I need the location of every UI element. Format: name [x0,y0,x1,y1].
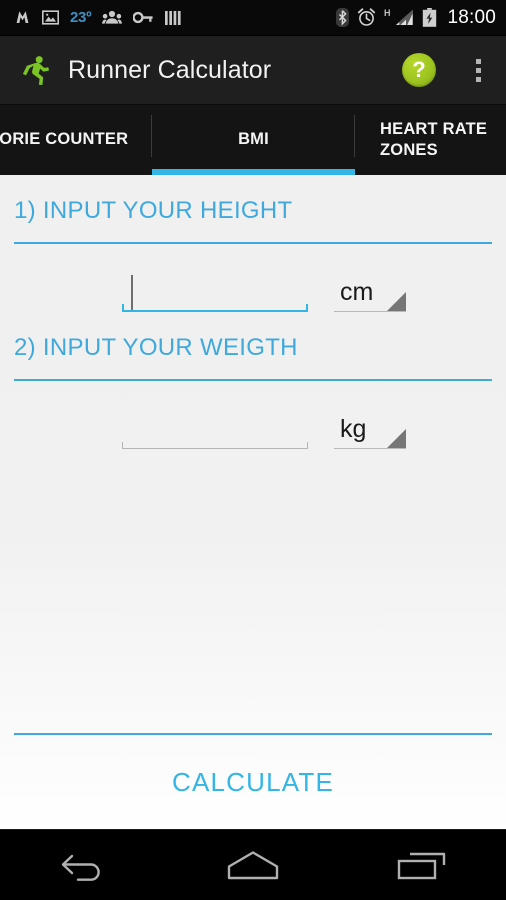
home-icon[interactable] [198,830,308,900]
weight-section-title: 2) INPUT YOUR WEIGTH [14,334,298,361]
overflow-dot [475,67,481,73]
overflow-dot [475,58,481,64]
overflow-menu-icon[interactable] [450,36,506,105]
help-question-icon: ? [402,53,436,87]
overflow-dot [475,76,481,82]
chevron-down-icon [387,292,406,311]
phone-screen: 23º H 18:00 Runner Calculator ? LORIE CO… [0,0,506,900]
status-bar-left-icons: 23º [14,9,336,26]
text-caret [131,275,133,310]
temperature-indicator: 23º [70,9,92,26]
status-bar: 23º H 18:00 [0,0,506,36]
height-section-title: 1) INPUT YOUR HEIGHT [14,197,293,224]
status-bar-right-icons: H 18:00 [335,6,496,29]
weight-input[interactable] [122,407,308,449]
status-bar-clock: 18:00 [447,6,496,28]
input-underline-cap-right [307,442,308,449]
input-underline [122,310,308,312]
height-input-row: cm [14,270,492,312]
battery-charging-icon [422,8,437,27]
weight-unit-label: kg [340,415,367,443]
input-underline [122,448,308,449]
tab-bmi[interactable]: BMI [152,105,355,175]
navigation-bar [0,829,506,900]
mail-m-icon [14,9,31,26]
chevron-down-icon [387,429,406,448]
tab-strip: LORIE COUNTER BMI HEART RATE ZONES [0,105,506,175]
tab-label: HEART RATE ZONES [380,119,488,159]
height-section-divider [14,242,492,244]
alarm-clock-icon [357,8,376,27]
input-underline-cap-right [306,304,308,312]
weight-input-row: kg [14,407,492,449]
tab-calorie-counter[interactable]: LORIE COUNTER [0,105,152,175]
page-title: Runner Calculator [68,55,272,84]
photo-image-icon [42,10,59,25]
signal-bars-icon [395,9,414,26]
bars-icon [164,10,182,26]
network-type-label: H [383,7,391,18]
bluetooth-icon [335,8,349,27]
height-unit-label: cm [340,278,374,306]
calculate-label: CALCULATE [171,766,335,797]
weight-unit-spinner[interactable]: kg [334,407,406,449]
spinner-underline [334,311,406,312]
bmi-form: 1) INPUT YOUR HEIGHT cm 2) INPUT YOUR WE… [0,175,506,829]
weight-section-divider [14,379,492,381]
back-icon[interactable] [29,830,139,900]
recents-icon[interactable] [367,830,477,900]
tab-label: BMI [238,130,269,149]
action-bar: Runner Calculator ? [0,36,506,105]
people-group-icon [102,10,123,25]
height-unit-spinner[interactable]: cm [334,270,406,312]
runner-icon [18,53,52,87]
help-button[interactable]: ? [388,36,450,105]
height-input[interactable] [122,270,308,312]
tab-label: LORIE COUNTER [0,130,129,149]
calculate-button[interactable]: CALCULATE [14,735,492,829]
tab-heart-rate-zones[interactable]: HEART RATE ZONES [355,105,506,175]
key-icon [133,11,153,24]
spinner-underline [334,448,406,449]
